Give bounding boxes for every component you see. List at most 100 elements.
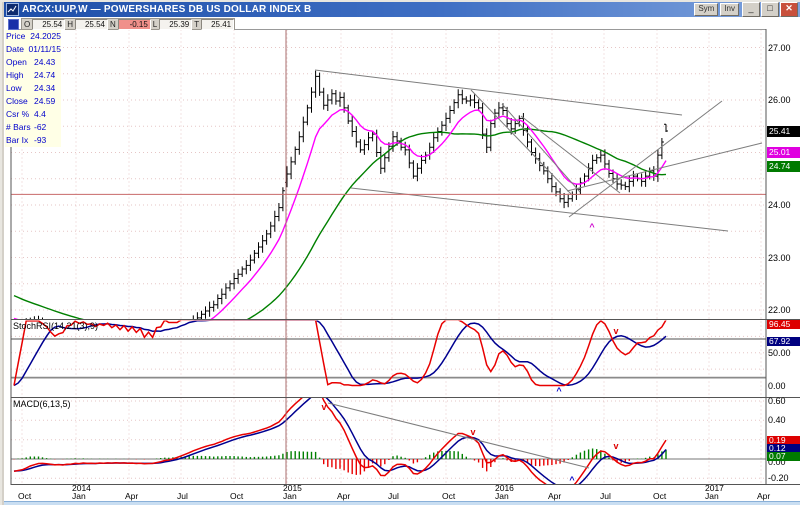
- month-label: Jul: [388, 492, 418, 500]
- date-tick-label: Oct: [442, 492, 472, 500]
- axis-label: 26.00: [768, 95, 791, 105]
- cursor-row-value: 24.59: [34, 95, 61, 108]
- axis-price-chip: 25.01: [767, 147, 800, 158]
- cursor-row-value: 24.34: [34, 82, 61, 95]
- axis-price-chip: 24.74: [767, 161, 800, 172]
- cursor-row-label: Date: [5, 43, 29, 56]
- chart-app-window: ARCX:UUP,W — POWERSHARES DB US DOLLAR IN…: [0, 0, 800, 505]
- month-label: Apr: [757, 492, 787, 500]
- axis-label: 22.00: [768, 305, 791, 315]
- cursor-panel-row: # Bars-62: [5, 121, 61, 134]
- cursor-panel-row: Close24.59: [5, 95, 61, 108]
- month-label: Oct: [230, 492, 260, 500]
- quote-field-label: N: [108, 20, 118, 29]
- date-tick-label: Apr: [548, 492, 578, 500]
- month-label: Jul: [600, 492, 630, 500]
- cursor-panel-row: Open24.43: [5, 56, 61, 69]
- month-label: Jan: [705, 492, 735, 500]
- date-tick-label: Apr: [125, 492, 155, 500]
- axis-label: 0.40: [768, 415, 786, 425]
- annotation-marker: ^: [569, 475, 575, 485]
- axis-label: 24.00: [768, 200, 791, 210]
- month-label: Apr: [125, 492, 155, 500]
- month-label: Jan: [495, 492, 525, 500]
- cursor-row-label: High: [5, 69, 34, 82]
- cursor-row-label: Low: [5, 82, 34, 95]
- macd-panel-label: MACD(6,13,5): [13, 399, 71, 409]
- quote-field-value: 25.54: [32, 19, 65, 30]
- inv-button[interactable]: Inv: [720, 3, 739, 16]
- window-titlebar[interactable]: ARCX:UUP,W — POWERSHARES DB US DOLLAR IN…: [4, 2, 800, 17]
- cursor-panel-row: Date01/11/15: [5, 43, 61, 56]
- quote-field-label: T: [192, 20, 201, 29]
- axis-label: -0.20: [768, 473, 789, 483]
- month-label: Oct: [653, 492, 683, 500]
- cursor-data-panel: Price24.2025Date01/11/15Open24.43High24.…: [5, 30, 61, 147]
- chart-content-area: ^v^vvv^ O25.54H25.54N-0.15L25.39T25.41 P…: [4, 17, 800, 505]
- quote-field-label: L: [151, 20, 159, 29]
- date-tick-label: 2014Jan: [72, 485, 102, 500]
- cursor-row-value: 24.2025: [30, 30, 61, 43]
- cursor-row-label: Close: [5, 95, 34, 108]
- date-tick-label: 2015Jan: [283, 485, 313, 500]
- annotation-marker: v: [321, 402, 326, 412]
- month-label: Apr: [548, 492, 578, 500]
- cursor-row-value: 24.43: [34, 56, 61, 69]
- month-label: Jan: [72, 492, 102, 500]
- date-tick-label: Jul: [600, 492, 630, 500]
- quote-field-label: H: [65, 20, 75, 29]
- window-title: ARCX:UUP,W — POWERSHARES DB US DOLLAR IN…: [22, 4, 311, 15]
- month-label: Jan: [283, 492, 313, 500]
- chart-canvas[interactable]: ^ v ^ v v v ^: [4, 17, 800, 505]
- date-tick-label: 2017Jan: [705, 485, 735, 500]
- axis-label: 23.00: [768, 253, 791, 263]
- quote-symbol-icon: [8, 19, 19, 30]
- axis-price-chip: 0.07: [767, 452, 800, 461]
- cursor-row-value: 4.4: [34, 108, 61, 121]
- annotation-marker: ^: [556, 386, 562, 396]
- quote-field-label: O: [22, 20, 32, 29]
- cursor-panel-row: Low24.34: [5, 82, 61, 95]
- month-label: Jul: [177, 492, 207, 500]
- cursor-row-label: # Bars: [5, 121, 34, 134]
- quote-field-value: 25.39: [159, 19, 192, 30]
- app-icon[interactable]: [6, 3, 19, 16]
- axis-price-chip: 67.92: [767, 337, 800, 346]
- axis-label: 27.00: [768, 43, 791, 53]
- axis-price-chip: 96.45: [767, 320, 800, 329]
- cursor-row-value: 01/11/15: [29, 43, 61, 56]
- date-tick-label: Apr: [757, 492, 787, 500]
- annotation-marker: ^: [589, 222, 595, 232]
- date-tick-label: Jul: [177, 492, 207, 500]
- minimize-button[interactable]: _: [742, 2, 760, 17]
- bottom-strip: [4, 501, 800, 505]
- cursor-panel-row: Bar Ix-93: [5, 134, 61, 147]
- quote-field-value: 25.41: [201, 19, 234, 30]
- annotation-marker: v: [470, 427, 475, 437]
- cursor-row-label: Open: [5, 56, 34, 69]
- date-tick-label: Oct: [653, 492, 683, 500]
- cursor-row-label: Bar Ix: [5, 134, 34, 147]
- stochrsi-panel-label: StochRSI(14,21(3),9): [13, 321, 98, 331]
- axis-label: 50.00: [768, 348, 791, 358]
- cursor-row-value: -93: [34, 134, 61, 147]
- month-label: Apr: [337, 492, 367, 500]
- close-button[interactable]: ✕: [780, 2, 798, 17]
- annotation-marker: v: [613, 441, 618, 451]
- cursor-row-label: Price: [5, 30, 30, 43]
- date-tick-label: Jul: [388, 492, 418, 500]
- sym-button[interactable]: Sym: [694, 3, 718, 16]
- cursor-row-value: -62: [34, 121, 61, 134]
- annotation-marker: v: [613, 326, 618, 336]
- axis-label: 0.00: [768, 381, 786, 391]
- quote-field-value: -0.15: [118, 19, 151, 30]
- cursor-panel-row: Price24.2025: [5, 30, 61, 43]
- cursor-row-value: 24.74: [34, 69, 61, 82]
- date-axis: Oct2014JanAprJulOct2015JanAprJulOct2016J…: [4, 485, 800, 501]
- maximize-button[interactable]: □: [761, 2, 779, 17]
- cursor-row-label: Csr %: [5, 108, 34, 121]
- date-tick-label: Oct: [230, 492, 260, 500]
- quote-row: O25.54H25.54N-0.15L25.39T25.41: [4, 18, 235, 30]
- cursor-panel-row: Csr %4.4: [5, 108, 61, 121]
- quote-field-value: 25.54: [75, 19, 108, 30]
